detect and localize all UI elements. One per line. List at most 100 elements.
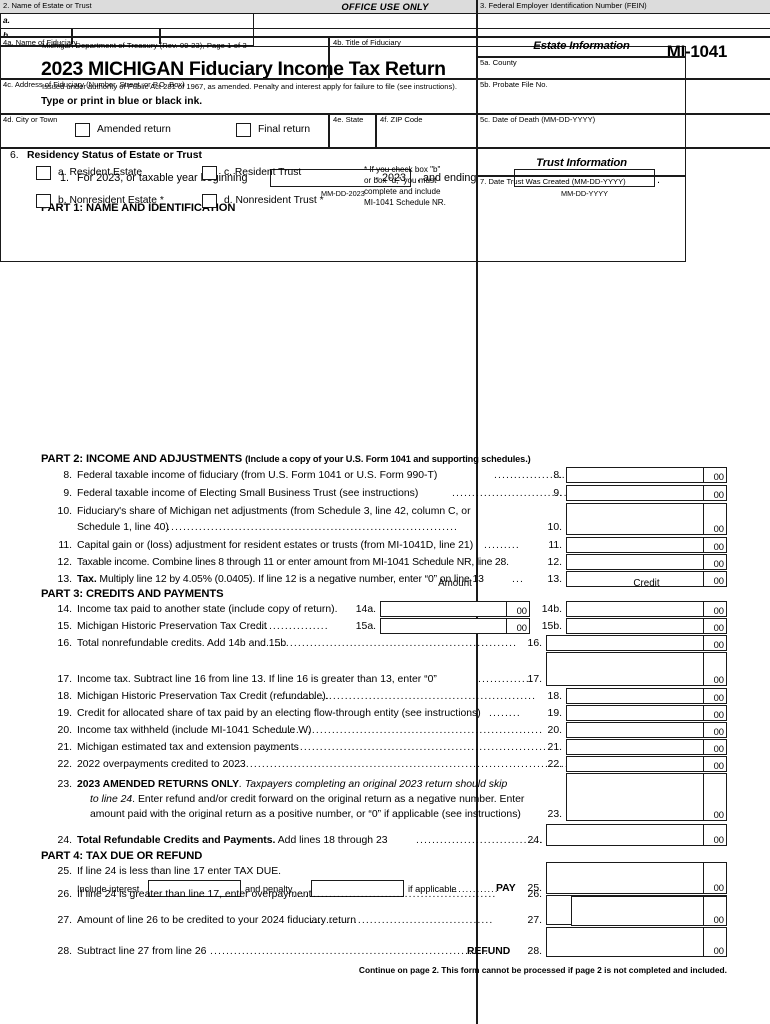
amount-column-header: Amount xyxy=(438,578,472,589)
field-county[interactable]: 5a. County xyxy=(477,57,686,78)
line-14-text: Income tax paid to another state (includ… xyxy=(77,604,338,615)
line-14a-cents: 00 xyxy=(506,602,529,616)
line-23-text-row3: amount paid with the original return as … xyxy=(90,809,521,820)
line-17-amount-input[interactable]: 00 xyxy=(546,652,727,686)
line-10-text: Fiduciary's share of Michigan net adjust… xyxy=(77,506,471,517)
residency-label-d: d. Nonresident Trust * xyxy=(224,195,324,206)
line-12-box-number: 12. xyxy=(547,557,562,568)
line-13-number: 13. xyxy=(57,574,72,585)
line-27-leader: ........................................… xyxy=(310,915,494,926)
line-24-text: Total Refundable Credits and Payments. A… xyxy=(77,835,388,846)
line-15b-cents: 00 xyxy=(703,619,726,633)
line-19-leader: ........ xyxy=(489,708,521,719)
line-17-cents: 00 xyxy=(703,653,726,685)
line-22-text: 2022 overpayments credited to 2023 xyxy=(77,759,246,770)
line-15b-credit-input[interactable]: 00 xyxy=(566,618,727,634)
field-probate-file-no-label: 5b. Probate File No. xyxy=(480,80,548,89)
line-19-number: 19. xyxy=(57,708,72,719)
grid-vline-right-col xyxy=(476,0,478,1024)
field-city[interactable]: 4d. City or Town xyxy=(0,114,328,147)
residency-checkbox-b[interactable] xyxy=(36,194,51,208)
line-11-box-number: 11. xyxy=(548,540,562,551)
field-date-of-death[interactable]: 5c. Date of Death (MM-DD-YYYY) xyxy=(477,114,686,147)
line-22-amount-input[interactable]: 00 xyxy=(566,756,727,772)
line-16-text: Total nonrefundable credits. Add 14b and… xyxy=(77,638,287,649)
line-15-text: Michigan Historic Preservation Tax Credi… xyxy=(77,621,267,632)
line-17-text: Income tax. Subtract line 16 from line 1… xyxy=(77,674,437,685)
residency-checkbox-a[interactable] xyxy=(36,166,51,180)
line-28-refund-label: REFUND xyxy=(467,946,511,957)
line-26-leader: ........................................… xyxy=(293,889,497,900)
line-12-cents: 00 xyxy=(703,555,726,569)
field-fein[interactable]: 3. Federal Employer Identification Numbe… xyxy=(477,0,686,36)
line-25-amount-input[interactable]: 00 xyxy=(546,862,727,894)
line-25-text: If line 24 is less than line 17 enter TA… xyxy=(77,866,282,877)
line-12-amount-input[interactable]: 00 xyxy=(566,554,727,570)
line-16-cents: 00 xyxy=(703,636,726,650)
line-11-amount-input[interactable]: 00 xyxy=(566,537,727,553)
part-2-heading-main: PART 2: INCOME AND ADJUSTMENTS xyxy=(41,453,243,465)
line-15-leader: ................... xyxy=(253,621,329,632)
line-20-leader: ........................................… xyxy=(276,725,544,736)
field-name-of-estate-label: 2. Name of Estate or Trust xyxy=(3,1,92,10)
line-15a-amount-input[interactable]: 00 xyxy=(380,618,530,634)
residency-footnote-4: MI-1041 Schedule NR. xyxy=(364,198,446,207)
line-19-text: Credit for allocated share of tax paid b… xyxy=(77,708,481,719)
line-22-box-number: 22. xyxy=(547,759,562,770)
field-name-of-fiduciary[interactable]: 4a. Name of Fiduciary xyxy=(0,37,328,78)
field-date-trust-created[interactable]: 7. Date Trust Was Created (MM-DD-YYYY) xyxy=(477,176,686,214)
line-16-leader: ........................................… xyxy=(258,638,518,649)
field-probate-file-no[interactable]: 5b. Probate File No. xyxy=(477,79,686,113)
line-27-amount-input[interactable]: 00 xyxy=(571,896,727,926)
line-14a-box-number: 14a. xyxy=(355,604,376,615)
line-22-cents: 00 xyxy=(703,757,726,771)
line-23-text-row2: to line 24. Enter refund and/or credit f… xyxy=(90,794,524,805)
line-23-cents: 00 xyxy=(703,774,726,820)
trust-information-heading: Trust Information xyxy=(536,157,627,169)
field-title-of-fiduciary[interactable]: 4b. Title of Fiduciary xyxy=(330,37,476,78)
line-18-amount-input[interactable]: 00 xyxy=(566,688,727,704)
line-23-bold: 2023 AMENDED RETURNS ONLY xyxy=(77,779,240,790)
line-24-number: 24. xyxy=(57,835,72,846)
part-2-heading: PART 2: INCOME AND ADJUSTMENTS (Include … xyxy=(41,453,531,465)
line-23-italic-2: to line 24 xyxy=(90,794,133,805)
line-27-cents: 00 xyxy=(703,897,726,925)
line-21-amount-input[interactable]: 00 xyxy=(566,739,727,755)
line-13-text-bold: Tax. xyxy=(77,574,97,585)
line-20-number: 20. xyxy=(57,725,72,736)
line-11-cents: 00 xyxy=(703,538,726,552)
line-17-box-number: 17. xyxy=(527,674,542,685)
line-14a-amount-input[interactable]: 00 xyxy=(380,601,530,617)
line-27-box-number: 27. xyxy=(527,915,542,926)
part-2-heading-note: (Include a copy of your U.S. Form 1041 a… xyxy=(245,454,531,464)
residency-checkbox-d[interactable] xyxy=(202,194,217,208)
residency-checkbox-c[interactable] xyxy=(202,166,217,180)
line-12-number: 12. xyxy=(57,557,72,568)
line-10-text-2: Schedule 1, line 40) xyxy=(77,522,169,533)
line-22-number: 22. xyxy=(57,759,72,770)
line-21-cents: 00 xyxy=(703,740,726,754)
line-19-amount-input[interactable]: 00 xyxy=(566,705,727,721)
line-16-amount-input[interactable]: 00 xyxy=(546,635,727,651)
line-19-cents: 00 xyxy=(703,706,726,720)
line-23-amount-input[interactable]: 00 xyxy=(566,773,727,821)
line-19-box-number: 19. xyxy=(547,708,562,719)
field-address[interactable]: 4c. Address of Fiduciary (Number, Street… xyxy=(0,79,476,113)
line-9-amount-input[interactable]: 00 xyxy=(566,485,727,501)
field-state-label: 4e. State xyxy=(333,115,364,124)
line-14b-credit-input[interactable]: 00 xyxy=(566,601,727,617)
line-8-cents: 00 xyxy=(703,468,726,482)
line-20-amount-input[interactable]: 00 xyxy=(566,722,727,738)
field-name-of-estate[interactable]: 2. Name of Estate or Trust xyxy=(0,0,476,36)
part-4-heading: PART 4: TAX DUE OR REFUND xyxy=(41,850,203,862)
field-state[interactable]: 4e. State xyxy=(330,114,375,147)
line-24-amount-input[interactable]: 00 xyxy=(546,824,727,846)
line-28-amount-input[interactable]: 00 xyxy=(546,927,727,957)
line-27-number: 27. xyxy=(57,915,72,926)
field-zip[interactable]: 4f. ZIP Code xyxy=(377,114,476,147)
line-21-box-number: 21. xyxy=(547,742,562,753)
line-10-amount-input[interactable]: 00 xyxy=(566,503,727,535)
line-12-text: Taxable income. Combine lines 8 through … xyxy=(77,557,509,568)
line-18-cents: 00 xyxy=(703,689,726,703)
line-8-amount-input[interactable]: 00 xyxy=(566,467,727,483)
